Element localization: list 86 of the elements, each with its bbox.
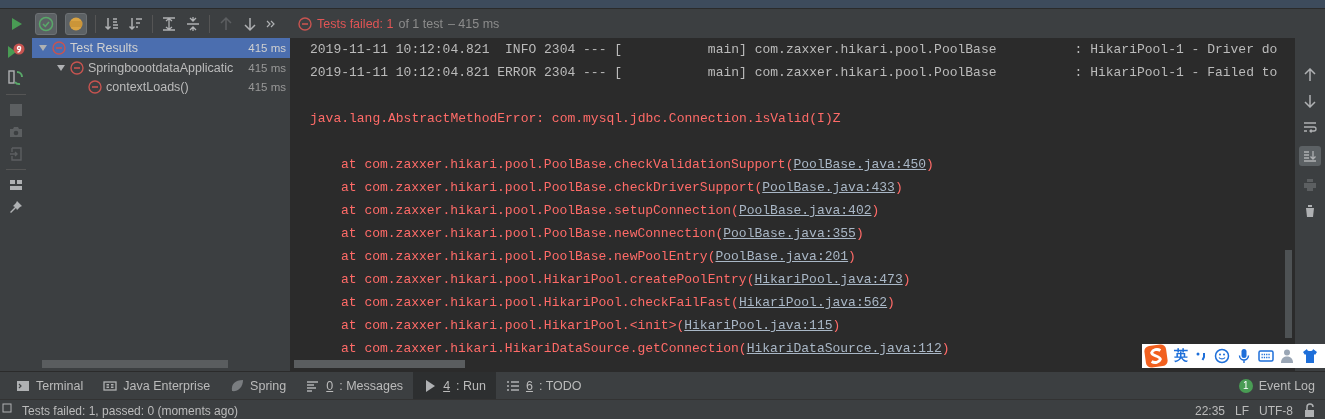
input-mode-text[interactable]: 英 [1174, 347, 1188, 365]
down-arrow-icon[interactable] [1303, 94, 1317, 108]
tool-window-tab[interactable]: 6 : TODO [495, 372, 592, 399]
show-ignored-toggle[interactable] [65, 12, 87, 35]
event-log-tab[interactable]: 1 Event Log [1228, 372, 1325, 399]
pin-icon[interactable] [9, 200, 23, 214]
scrollbar-thumb[interactable] [294, 360, 465, 368]
toggle-auto-test-icon[interactable] [7, 68, 25, 86]
failed-icon [52, 41, 66, 55]
source-link[interactable]: PoolBase.java:433 [762, 180, 895, 195]
show-passed-toggle[interactable] [35, 12, 57, 35]
expand-arrow-icon[interactable] [56, 62, 66, 73]
stack-frame: at com.zaxxer.hikari.pool.HikariPool.checkFailFast( [341, 295, 739, 310]
encoding-selector[interactable]: UTF-8 [1259, 403, 1293, 419]
scroll-to-end-icon [1303, 149, 1317, 163]
scrollbar-thumb[interactable] [42, 360, 228, 368]
list-icon [505, 378, 520, 393]
stack-frame: at com.zaxxer.hikari.HikariDataSource.getConnection( [341, 341, 747, 356]
tool-window-tab[interactable]: 0 : Messages [296, 372, 414, 399]
test-tree-row[interactable]: contextLoads() 415 ms [32, 77, 290, 96]
tests-total-text: of 1 test [398, 16, 443, 31]
more-icon[interactable] [266, 18, 276, 29]
stack-frame: at com.zaxxer.hikari.pool.PoolBase.checkValidationSupport( [341, 157, 794, 172]
failed-icon [70, 60, 84, 75]
stack-frame: at com.zaxxer.hikari.pool.HikariPool.<init>( [341, 318, 685, 333]
stack-frame: at com.zaxxer.hikari.pool.PoolBase.newConnection( [341, 226, 724, 241]
source-link[interactable]: HikariPool.java:473 [754, 272, 903, 287]
collapse-all-icon[interactable] [185, 15, 201, 32]
layout-icon[interactable] [9, 178, 23, 192]
tool-window-tab[interactable]: Java Enterprise [93, 372, 221, 399]
scroll-to-end-button[interactable] [1299, 146, 1321, 166]
lock-icon[interactable] [1303, 403, 1317, 417]
smiley-icon[interactable] [1214, 348, 1230, 364]
tool-window-tab[interactable]: Terminal [6, 372, 94, 399]
closing-parenthesis: ) [832, 318, 841, 333]
source-link[interactable]: PoolBase.java:201 [715, 249, 849, 264]
sort-alphabetically-icon[interactable] [104, 15, 120, 32]
source-link[interactable]: HikariPool.java:562 [738, 295, 888, 310]
duration-text: – 415 ms [447, 16, 500, 31]
panel-icon [103, 378, 118, 393]
stack-frame: at com.zaxxer.hikari.pool.PoolBase.setupConnection( [341, 203, 739, 218]
closing-parenthesis: ) [871, 203, 880, 218]
test-tree-row[interactable]: Test Results 415 ms [32, 38, 290, 58]
keyboard-icon[interactable] [1258, 348, 1274, 364]
closing-parenthesis: ) [941, 341, 950, 356]
closing-parenthesis: ) [902, 272, 911, 287]
failed-icon [88, 79, 102, 94]
source-link[interactable]: HikariDataSource.java:112 [746, 341, 942, 356]
up-arrow-icon[interactable] [1303, 68, 1317, 82]
closing-parenthesis: ) [894, 180, 903, 195]
stack-frame: at com.zaxxer.hikari.pool.PoolBase.newPoolEntry( [341, 249, 716, 264]
soft-wrap-icon[interactable] [1303, 120, 1317, 134]
tool-window-tab[interactable]: 4 : Run [413, 372, 496, 399]
closing-parenthesis: ) [926, 157, 934, 172]
tool-window-tab[interactable]: Spring [220, 372, 297, 399]
rerun-failed-icon[interactable] [7, 42, 25, 60]
shirt-icon[interactable] [1302, 348, 1318, 364]
expand-all-icon[interactable] [161, 15, 177, 32]
closing-parenthesis: ) [848, 249, 856, 264]
status-message: Tests failed: 1, passed: 0 (moments ago) [22, 403, 239, 419]
source-link[interactable]: PoolBase.java:355 [723, 226, 856, 241]
terminal-icon [16, 378, 30, 393]
test-tree-row[interactable]: SpringboootdataApplicatic 415 ms [32, 58, 290, 77]
closing-parenthesis: ) [887, 295, 895, 310]
leaf-icon [230, 378, 245, 393]
user-icon[interactable] [1280, 348, 1296, 364]
down-arrow-icon[interactable] [242, 15, 258, 32]
panel-toggle-icon[interactable] [2, 403, 12, 413]
lines-icon [306, 378, 321, 393]
microphone-icon[interactable] [1236, 348, 1252, 364]
tests-failed-text: Tests failed: 1 [317, 16, 394, 31]
exception-message: java.lang.AbstractMethodError: com.mysql.jdbc.Connection.isValid(I)Z [310, 110, 842, 128]
line-separator-selector[interactable]: LF [1235, 403, 1249, 419]
vertical-scrollbar[interactable] [1285, 250, 1292, 338]
sort-by-duration-icon[interactable] [128, 15, 144, 32]
stack-frame: at com.zaxxer.hikari.pool.PoolBase.checkDriverSupport( [341, 180, 763, 195]
source-link[interactable]: HikariPool.java:115 [684, 318, 833, 333]
log-line: 2019-11-11 10:12:04.821 ERROR 2304 --- [ main] com.zaxxer.hikari.pool.PoolBase : HikariPool-1 - Failed to [310, 64, 1279, 82]
cursor-position[interactable]: 22:35 [1194, 403, 1225, 419]
closing-parenthesis: ) [855, 226, 864, 241]
source-link[interactable]: PoolBase.java:450 [793, 157, 927, 172]
failed-icon [298, 16, 312, 31]
stack-frame: at com.zaxxer.hikari.pool.HikariPool.createPoolEntry( [341, 272, 755, 287]
log-line: 2019-11-11 10:12:04.821 INFO 2304 --- [ main] com.zaxxer.hikari.pool.PoolBase : HikariPool-1 - Driver do [310, 41, 1279, 59]
source-link[interactable]: PoolBase.java:402 [738, 203, 872, 218]
trash-icon[interactable] [1303, 204, 1317, 218]
